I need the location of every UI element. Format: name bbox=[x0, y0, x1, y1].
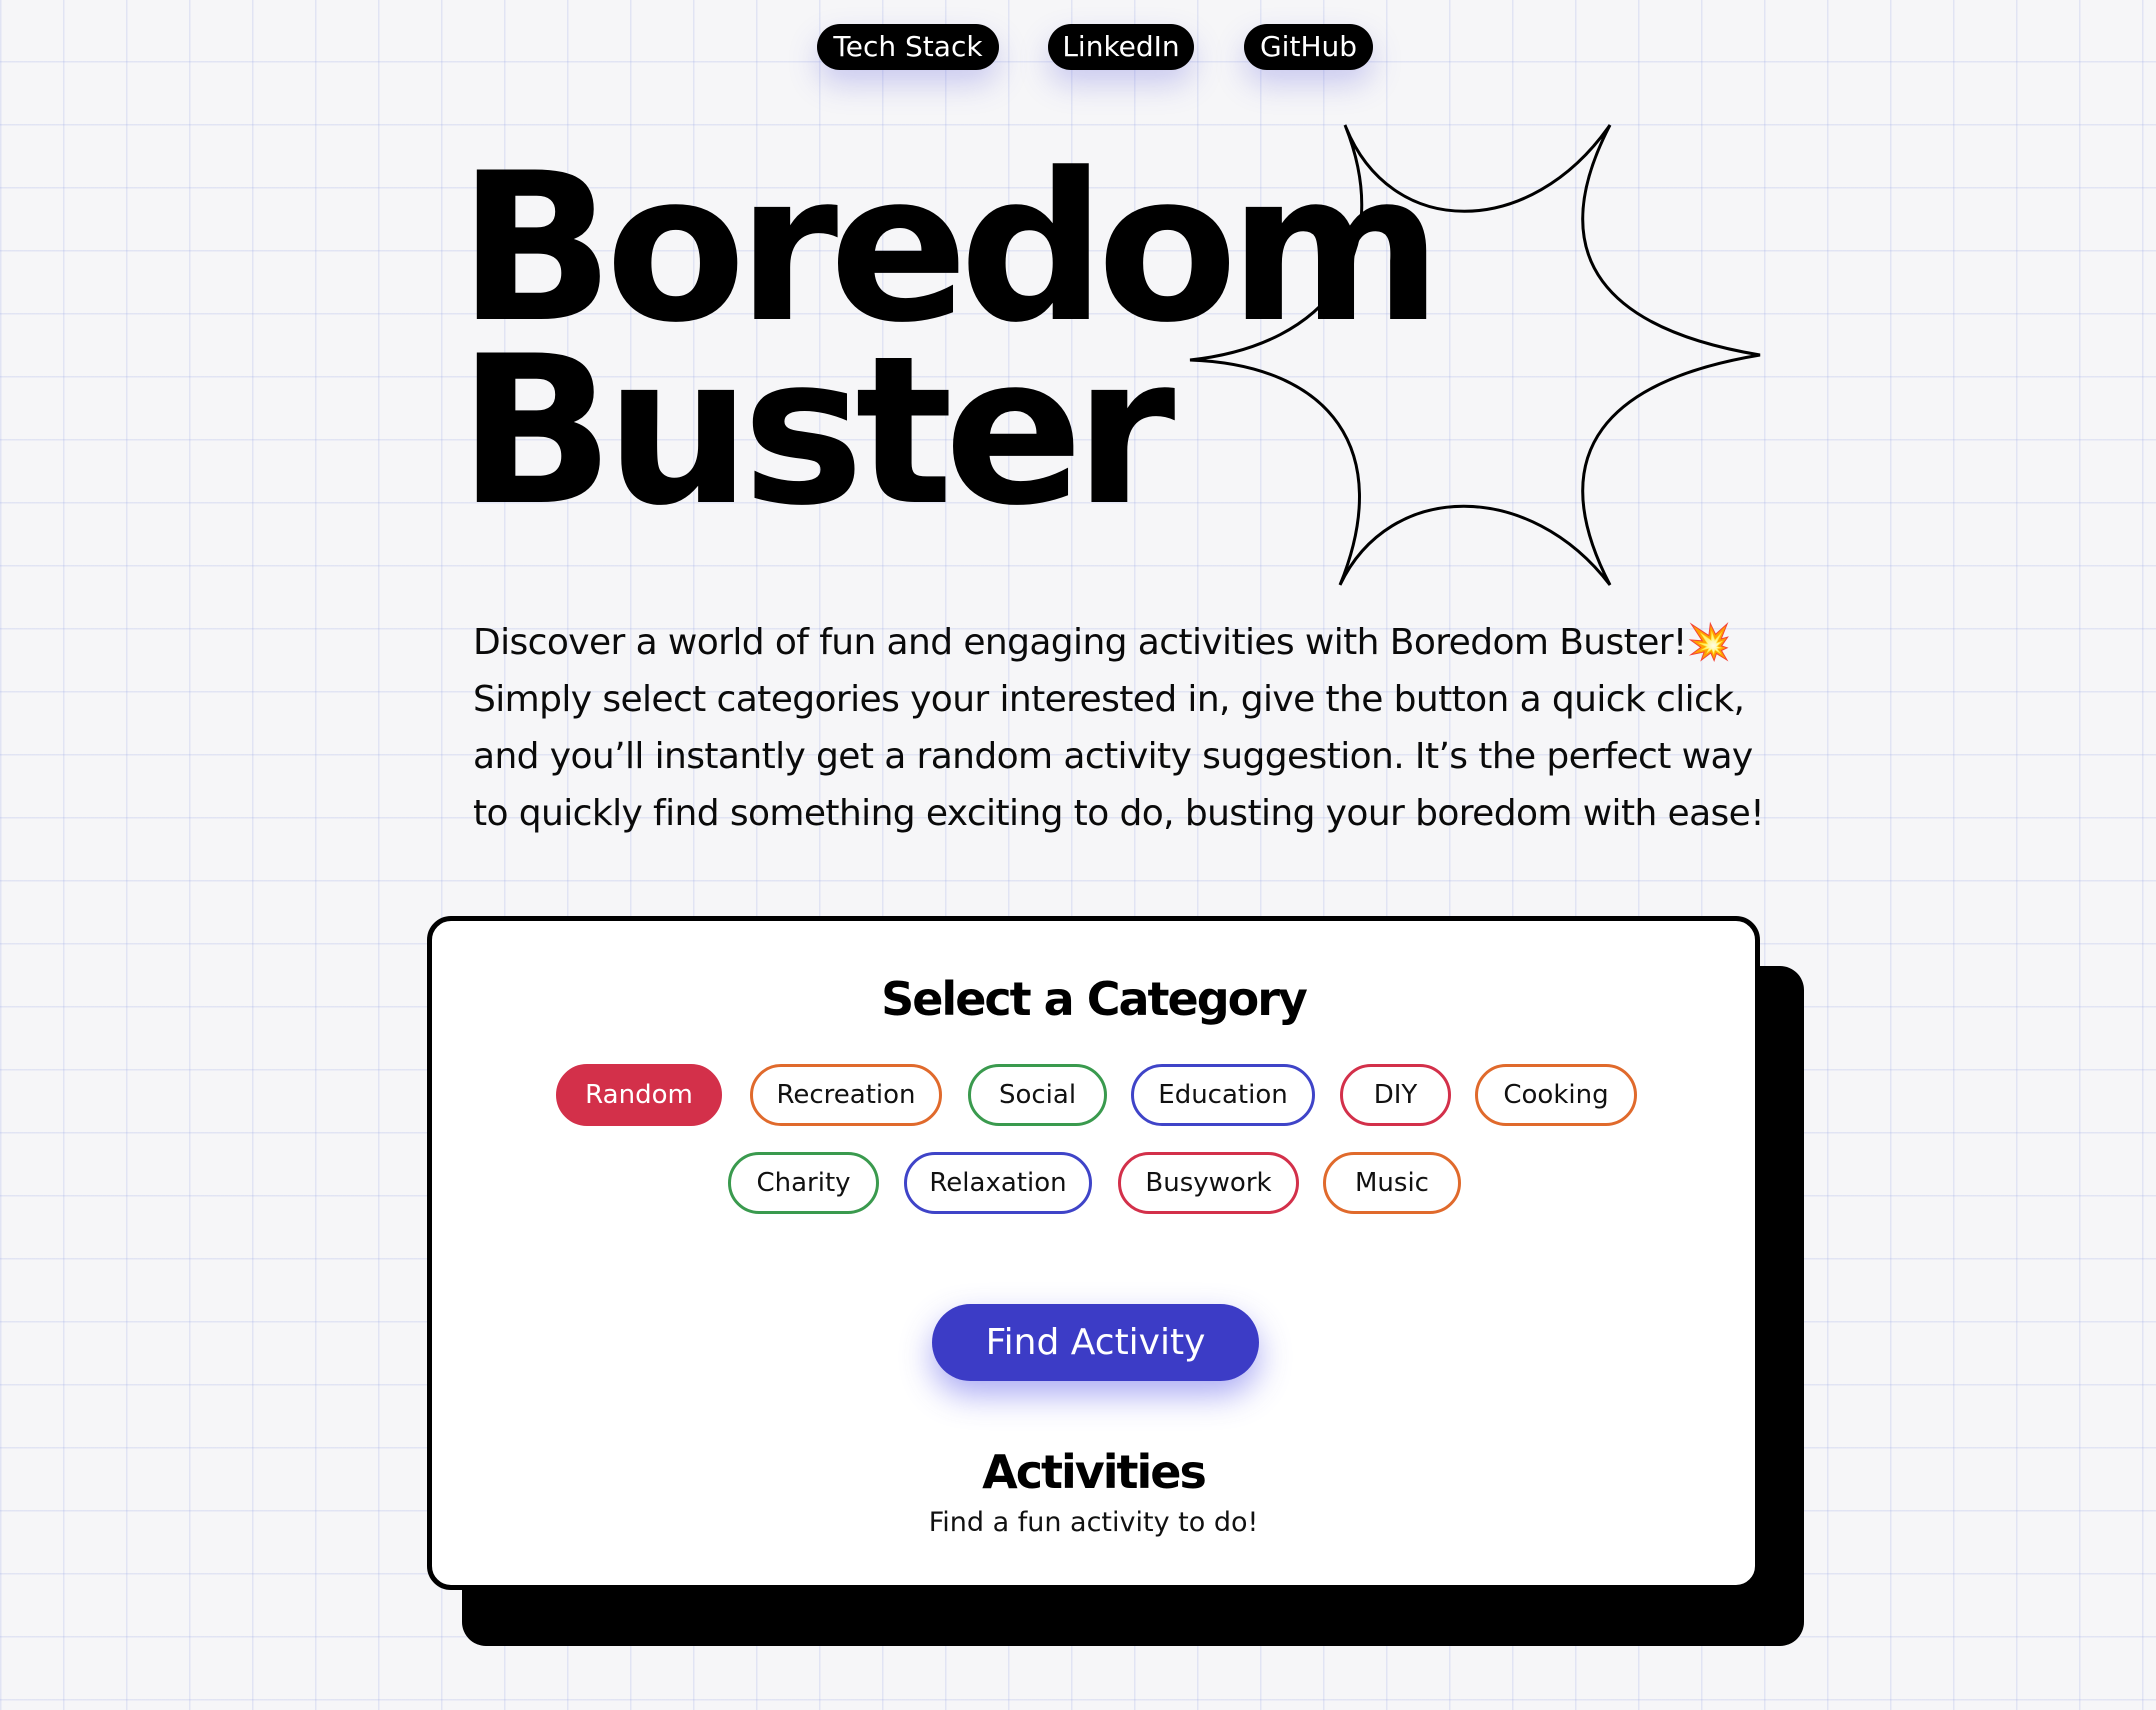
category-chip-education[interactable]: Education bbox=[1131, 1064, 1315, 1126]
category-chip-random[interactable]: Random bbox=[556, 1064, 722, 1126]
category-chip-recreation[interactable]: Recreation bbox=[750, 1064, 942, 1126]
category-chip-cooking[interactable]: Cooking bbox=[1475, 1064, 1637, 1126]
hero-title: Boredom Buster bbox=[458, 147, 1442, 551]
category-chip-diy[interactable]: DIY bbox=[1340, 1064, 1451, 1126]
hero-description: Discover a world of fun and engaging act… bbox=[473, 622, 1765, 834]
activities-placeholder-text: Find a fun activity to do! bbox=[928, 1507, 1259, 1538]
activities-heading: Activities bbox=[982, 1445, 1207, 1499]
find-activity-button[interactable]: Find Activity bbox=[932, 1304, 1259, 1381]
category-chip-social[interactable]: Social bbox=[968, 1064, 1107, 1126]
category-chip-busywork[interactable]: Busywork bbox=[1118, 1152, 1299, 1214]
category-chip-relaxation[interactable]: Relaxation bbox=[904, 1152, 1092, 1214]
category-card: Select a Category Random Recreation Soci… bbox=[427, 916, 1760, 1590]
category-chip-charity[interactable]: Charity bbox=[728, 1152, 879, 1214]
category-chip-music[interactable]: Music bbox=[1323, 1152, 1461, 1214]
hero-title-line-2: Buster bbox=[458, 313, 1175, 551]
nav-link-github[interactable]: GitHub bbox=[1244, 24, 1373, 70]
category-heading: Select a Category bbox=[881, 972, 1308, 1026]
top-nav: Tech Stack LinkedIn GitHub bbox=[0, 24, 2156, 72]
nav-link-tech-stack[interactable]: Tech Stack bbox=[817, 24, 999, 70]
nav-link-linkedin[interactable]: LinkedIn bbox=[1048, 24, 1194, 70]
